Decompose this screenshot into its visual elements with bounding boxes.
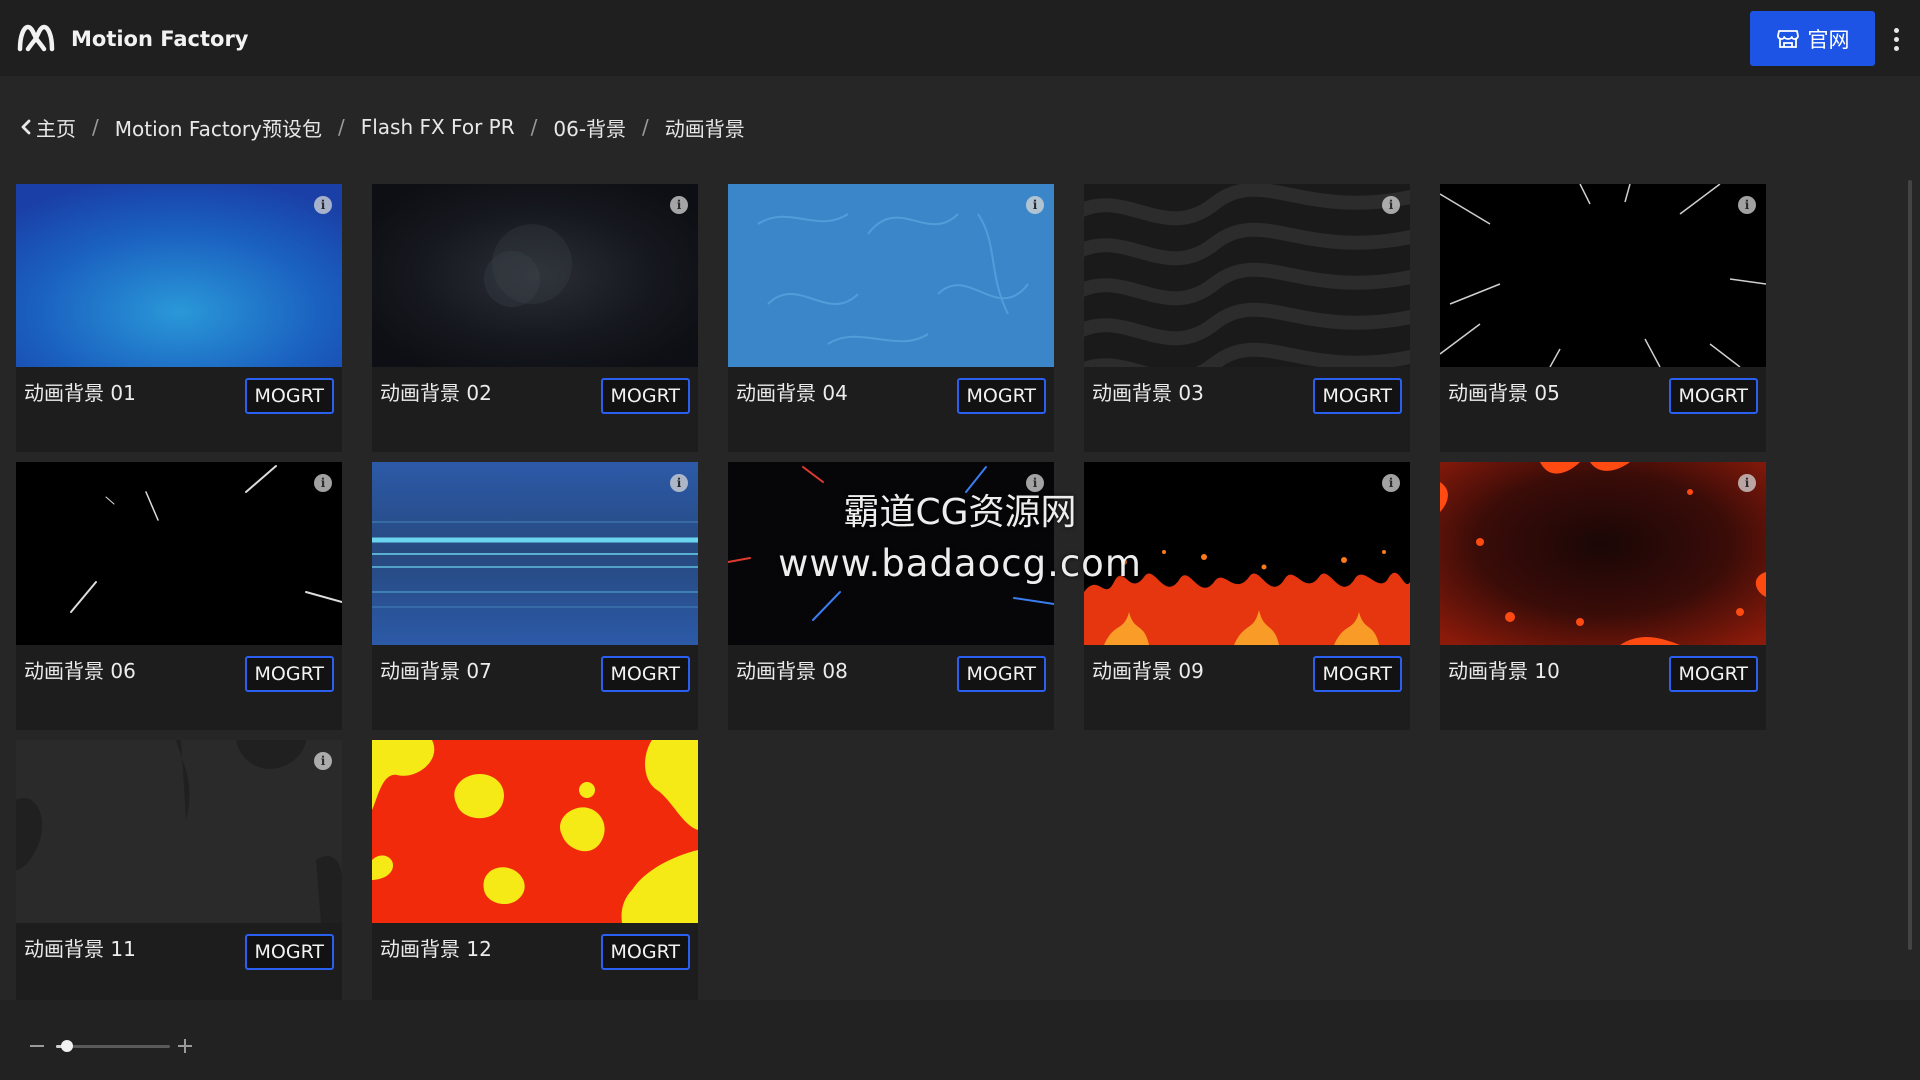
thumbnail-image xyxy=(372,184,698,367)
preset-thumbnail[interactable] xyxy=(372,462,698,645)
mogrt-badge[interactable]: MOGRT xyxy=(244,378,334,414)
preset-thumbnail[interactable] xyxy=(728,184,1054,367)
info-icon[interactable]: i xyxy=(670,196,688,214)
preset-name: 动画背景 04 xyxy=(736,381,848,405)
preset-card[interactable]: i 动画背景 11 MOGRT xyxy=(16,740,342,1008)
info-icon[interactable]: i xyxy=(314,196,332,214)
info-icon[interactable]: i xyxy=(1382,196,1400,214)
official-site-button[interactable]: 官网 xyxy=(1750,11,1875,66)
breadcrumb-flash-fx[interactable]: Flash FX For PR xyxy=(361,115,515,139)
preset-card[interactable]: i 动画背景 09 MOGRT xyxy=(1084,462,1410,730)
info-icon[interactable]: i xyxy=(1026,474,1044,492)
breadcrumb-separator: / xyxy=(530,115,538,139)
preset-thumbnail[interactable] xyxy=(16,740,342,923)
mogrt-badge[interactable]: MOGRT xyxy=(600,378,690,414)
breadcrumb-current[interactable]: 动画背景 xyxy=(665,113,745,142)
preset-name: 动画背景 08 xyxy=(736,659,848,683)
mogrt-badge[interactable]: MOGRT xyxy=(1312,378,1402,414)
thumbnail-image xyxy=(728,462,1054,645)
preset-name: 动画背景 06 xyxy=(24,659,136,683)
thumbnail-image xyxy=(1440,462,1766,645)
zoom-in-icon[interactable] xyxy=(178,1039,192,1053)
preset-thumbnail[interactable] xyxy=(1440,462,1766,645)
breadcrumb-label: 主页 xyxy=(36,116,76,141)
bottom-bar xyxy=(0,1000,1920,1080)
thumbnail-image xyxy=(1440,184,1766,367)
mogrt-badge[interactable]: MOGRT xyxy=(244,934,334,970)
mogrt-badge[interactable]: MOGRT xyxy=(244,656,334,692)
preset-name: 动画背景 12 xyxy=(380,937,492,961)
info-icon[interactable]: i xyxy=(1738,196,1756,214)
preset-name: 动画背景 05 xyxy=(1448,381,1560,405)
mogrt-badge[interactable]: MOGRT xyxy=(600,934,690,970)
thumbnail-image xyxy=(372,462,698,645)
preset-name: 动画背景 09 xyxy=(1092,659,1204,683)
thumbnail-image xyxy=(1084,184,1410,367)
breadcrumb-background-folder[interactable]: 06-背景 xyxy=(553,113,626,142)
breadcrumb: 主页 / Motion Factory预设包 / Flash FX For PR… xyxy=(20,112,745,142)
preset-thumbnail[interactable] xyxy=(372,184,698,367)
storefront-icon xyxy=(1776,29,1799,48)
breadcrumb-separator: / xyxy=(642,115,649,139)
preset-name: 动画背景 07 xyxy=(380,659,492,683)
app-title: Motion Factory xyxy=(71,27,249,51)
vertical-scrollbar[interactable] xyxy=(1908,180,1912,950)
thumbnail-image xyxy=(16,184,342,367)
preset-card[interactable]: i 动画背景 03 MOGRT xyxy=(1084,184,1410,452)
thumbnail-image xyxy=(16,462,342,645)
mogrt-badge[interactable]: MOGRT xyxy=(600,656,690,692)
preset-thumbnail[interactable] xyxy=(1084,462,1410,645)
mogrt-badge[interactable]: MOGRT xyxy=(956,378,1046,414)
zoom-slider[interactable] xyxy=(56,1040,170,1052)
zoom-out-icon[interactable] xyxy=(30,1045,44,1047)
preset-card[interactable]: i 动画背景 06 MOGRT xyxy=(16,462,342,730)
breadcrumb-separator: / xyxy=(337,115,345,139)
info-icon[interactable]: i xyxy=(1026,196,1044,214)
mogrt-badge[interactable]: MOGRT xyxy=(1668,378,1758,414)
breadcrumb-separator: / xyxy=(92,115,99,139)
mogrt-badge[interactable]: MOGRT xyxy=(1668,656,1758,692)
info-icon[interactable]: i xyxy=(314,752,332,770)
motion-factory-logo[interactable] xyxy=(16,21,56,55)
preset-name: 动画背景 10 xyxy=(1448,659,1560,683)
preset-thumbnail[interactable] xyxy=(372,740,698,923)
preset-grid: i 动画背景 01 MOGRT i 动画背景 02 MOGRT i 动画背景 04 M… xyxy=(16,184,1786,1008)
more-vertical-icon[interactable] xyxy=(1888,24,1904,54)
thumbnail-image xyxy=(372,740,698,923)
mogrt-badge[interactable]: MOGRT xyxy=(1312,656,1402,692)
preset-card[interactable]: i 动画背景 02 MOGRT xyxy=(372,184,698,452)
breadcrumb-home[interactable]: 主页 xyxy=(20,113,76,142)
chevron-left-icon xyxy=(21,119,31,135)
preset-card[interactable]: i 动画背景 04 MOGRT xyxy=(728,184,1054,452)
info-icon[interactable]: i xyxy=(1738,474,1756,492)
preset-card[interactable]: i 动画背景 10 MOGRT xyxy=(1440,462,1766,730)
preset-name: 动画背景 02 xyxy=(380,381,492,405)
official-site-label: 官网 xyxy=(1807,27,1850,52)
info-icon[interactable]: i xyxy=(1382,474,1400,492)
preset-card[interactable]: i 动画背景 07 MOGRT xyxy=(372,462,698,730)
preset-name: 动画背景 11 xyxy=(24,937,136,961)
preset-name: 动画背景 01 xyxy=(24,381,136,405)
preset-name: 动画背景 03 xyxy=(1092,381,1204,405)
preset-thumbnail[interactable] xyxy=(1084,184,1410,367)
preset-thumbnail[interactable] xyxy=(1440,184,1766,367)
thumbnail-image xyxy=(1084,462,1410,645)
info-icon[interactable]: i xyxy=(314,474,332,492)
thumbnail-image xyxy=(728,184,1054,367)
preset-thumbnail[interactable] xyxy=(16,462,342,645)
breadcrumb-motion-factory-presets[interactable]: Motion Factory预设包 xyxy=(115,113,322,142)
preset-card[interactable]: i 动画背景 05 MOGRT xyxy=(1440,184,1766,452)
preset-thumbnail[interactable] xyxy=(16,184,342,367)
preset-card[interactable]: 动画背景 12 MOGRT xyxy=(372,740,698,1008)
preset-card[interactable]: i 动画背景 08 MOGRT xyxy=(728,462,1054,730)
info-icon[interactable]: i xyxy=(670,474,688,492)
app-header: Motion Factory 官网 xyxy=(0,0,1920,76)
mogrt-badge[interactable]: MOGRT xyxy=(956,656,1046,692)
preset-card[interactable]: i 动画背景 01 MOGRT xyxy=(16,184,342,452)
thumbnail-image xyxy=(16,740,342,923)
zoom-slider-handle[interactable] xyxy=(61,1040,74,1052)
preset-thumbnail[interactable] xyxy=(728,462,1054,645)
